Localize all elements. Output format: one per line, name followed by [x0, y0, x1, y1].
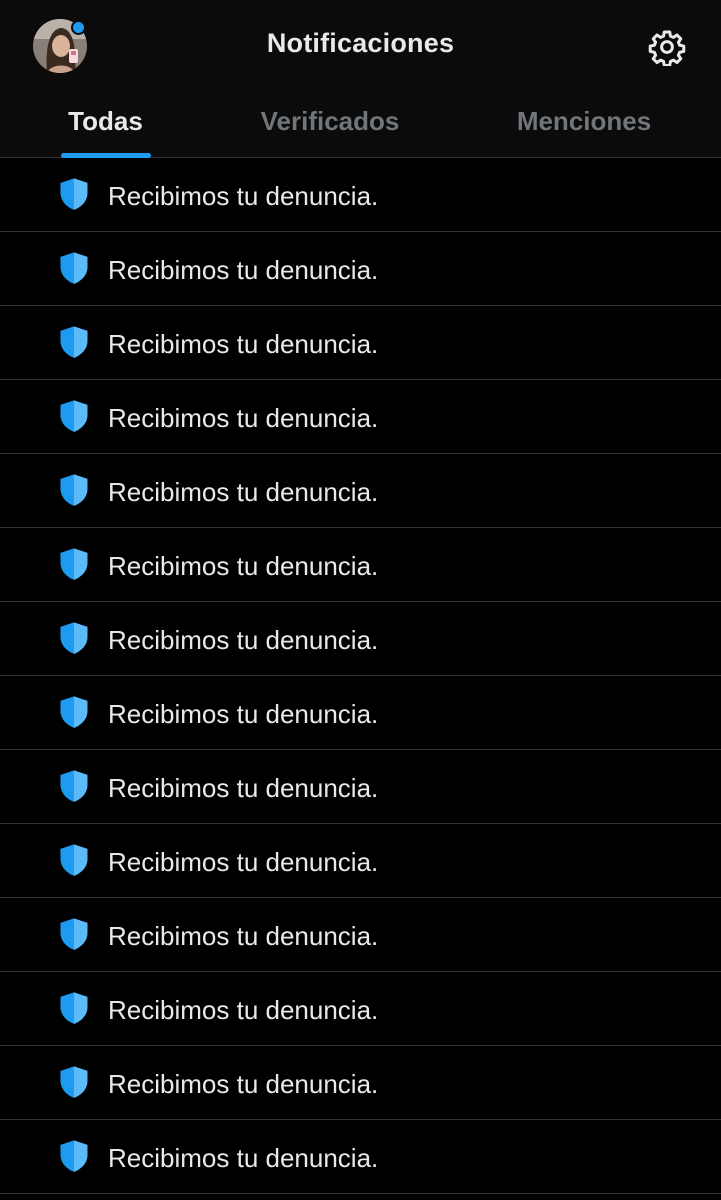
notification-text: Recibimos tu denuncia. — [108, 1143, 379, 1173]
shield-icon — [56, 620, 92, 656]
shield-icon — [56, 916, 92, 952]
page-title: Notificaciones — [266, 28, 455, 58]
notification-text: Recibimos tu denuncia. — [108, 1069, 379, 1099]
notification-text: Recibimos tu denuncia. — [108, 995, 379, 1025]
tab-menciones[interactable]: Menciones — [490, 92, 678, 158]
notification-text: Recibimos tu denuncia. — [108, 477, 379, 507]
tab-label: Todas — [68, 106, 143, 136]
shield-icon — [56, 694, 92, 730]
tab-bar: Todas Verificados Menciones — [0, 92, 721, 158]
notification-item[interactable]: Recibimos tu denuncia. — [0, 1120, 721, 1194]
shield-icon — [56, 1138, 92, 1174]
notification-item[interactable]: Recibimos tu denuncia. — [0, 898, 721, 972]
shield-icon — [56, 472, 92, 508]
notification-text: Recibimos tu denuncia. — [108, 921, 379, 951]
notification-item[interactable]: Recibimos tu denuncia. — [0, 602, 721, 676]
notification-text: Recibimos tu denuncia. — [108, 625, 379, 655]
shield-icon — [56, 250, 92, 286]
tab-label: Menciones — [516, 106, 652, 136]
shield-icon — [56, 842, 92, 878]
notification-text: Recibimos tu denuncia. — [108, 699, 379, 729]
top-bar: Notificaciones Todas Verificados Mencion… — [0, 0, 721, 158]
notification-item[interactable]: Recibimos tu denuncia. — [0, 306, 721, 380]
tab-verificados[interactable]: Verificados — [230, 92, 430, 158]
tab-label: Verificados — [260, 106, 400, 136]
notification-text: Recibimos tu denuncia. — [108, 551, 379, 581]
shield-icon — [56, 990, 92, 1026]
shield-icon — [56, 398, 92, 434]
notification-text: Recibimos tu denuncia. — [108, 403, 379, 433]
notification-text: Recibimos tu denuncia. — [108, 847, 379, 877]
notification-item[interactable]: Recibimos tu denuncia. — [0, 676, 721, 750]
notification-text: Recibimos tu denuncia. — [108, 255, 379, 285]
notification-item[interactable]: Recibimos tu denuncia. — [0, 528, 721, 602]
notification-item[interactable]: Recibimos tu denuncia. — [0, 158, 721, 232]
notification-item[interactable]: Recibimos tu denuncia. — [0, 454, 721, 528]
notification-item[interactable]: Recibimos tu denuncia. — [0, 972, 721, 1046]
shield-icon — [56, 546, 92, 582]
notification-text: Recibimos tu denuncia. — [108, 773, 379, 803]
shield-icon — [56, 1064, 92, 1100]
notification-item[interactable]: Recibimos tu denuncia. — [0, 750, 721, 824]
notification-text: Recibimos tu denuncia. — [108, 181, 379, 211]
shield-icon — [56, 176, 92, 212]
gear-icon[interactable] — [648, 28, 686, 68]
notification-text: Recibimos tu denuncia. — [108, 329, 379, 359]
notification-item[interactable]: Recibimos tu denuncia. — [0, 232, 721, 306]
notification-item[interactable]: Recibimos tu denuncia. — [0, 380, 721, 454]
shield-icon — [56, 324, 92, 360]
shield-icon — [56, 768, 92, 804]
notification-item[interactable]: Recibimos tu denuncia. — [0, 824, 721, 898]
tab-todas[interactable]: Todas — [30, 92, 181, 158]
notification-item[interactable]: Recibimos tu denuncia. — [0, 1046, 721, 1120]
notification-list: Recibimos tu denuncia. Recibimos tu denu… — [0, 158, 721, 1194]
